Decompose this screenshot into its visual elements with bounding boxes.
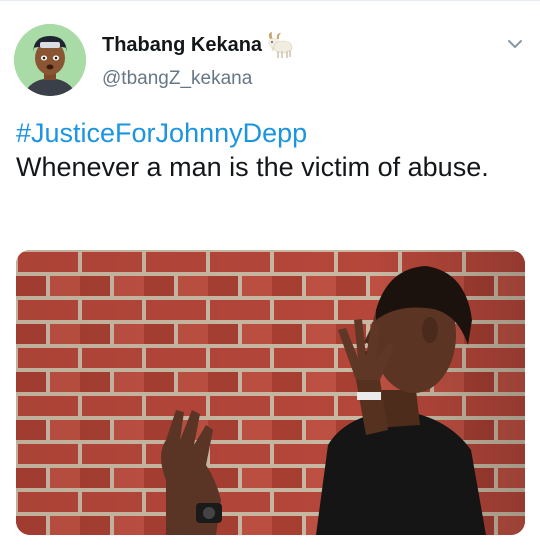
man-talking-to-brick-wall-photo [16,250,525,535]
avatar[interactable] [14,24,86,96]
hashtag-link[interactable]: #JusticeForJohnnyDepp [16,116,516,150]
tweet-text: #JusticeForJohnnyDepp Whenever a man is … [16,116,516,184]
avatar-icon [14,24,86,96]
divider [0,0,540,1]
author-display-name[interactable]: Thabang Kekana [102,34,262,57]
author-handle[interactable]: @tbangZ_kekana [102,68,252,90]
goat-emoji-icon [264,31,294,59]
chevron-down-icon[interactable] [505,36,525,52]
tweet-media-image[interactable] [16,250,525,535]
tweet-body-text: Whenever a man is the victim of abuse. [16,152,489,182]
tweet-card[interactable]: Thabang Kekana @tbangZ_kekana #JusticeFo… [0,0,540,559]
